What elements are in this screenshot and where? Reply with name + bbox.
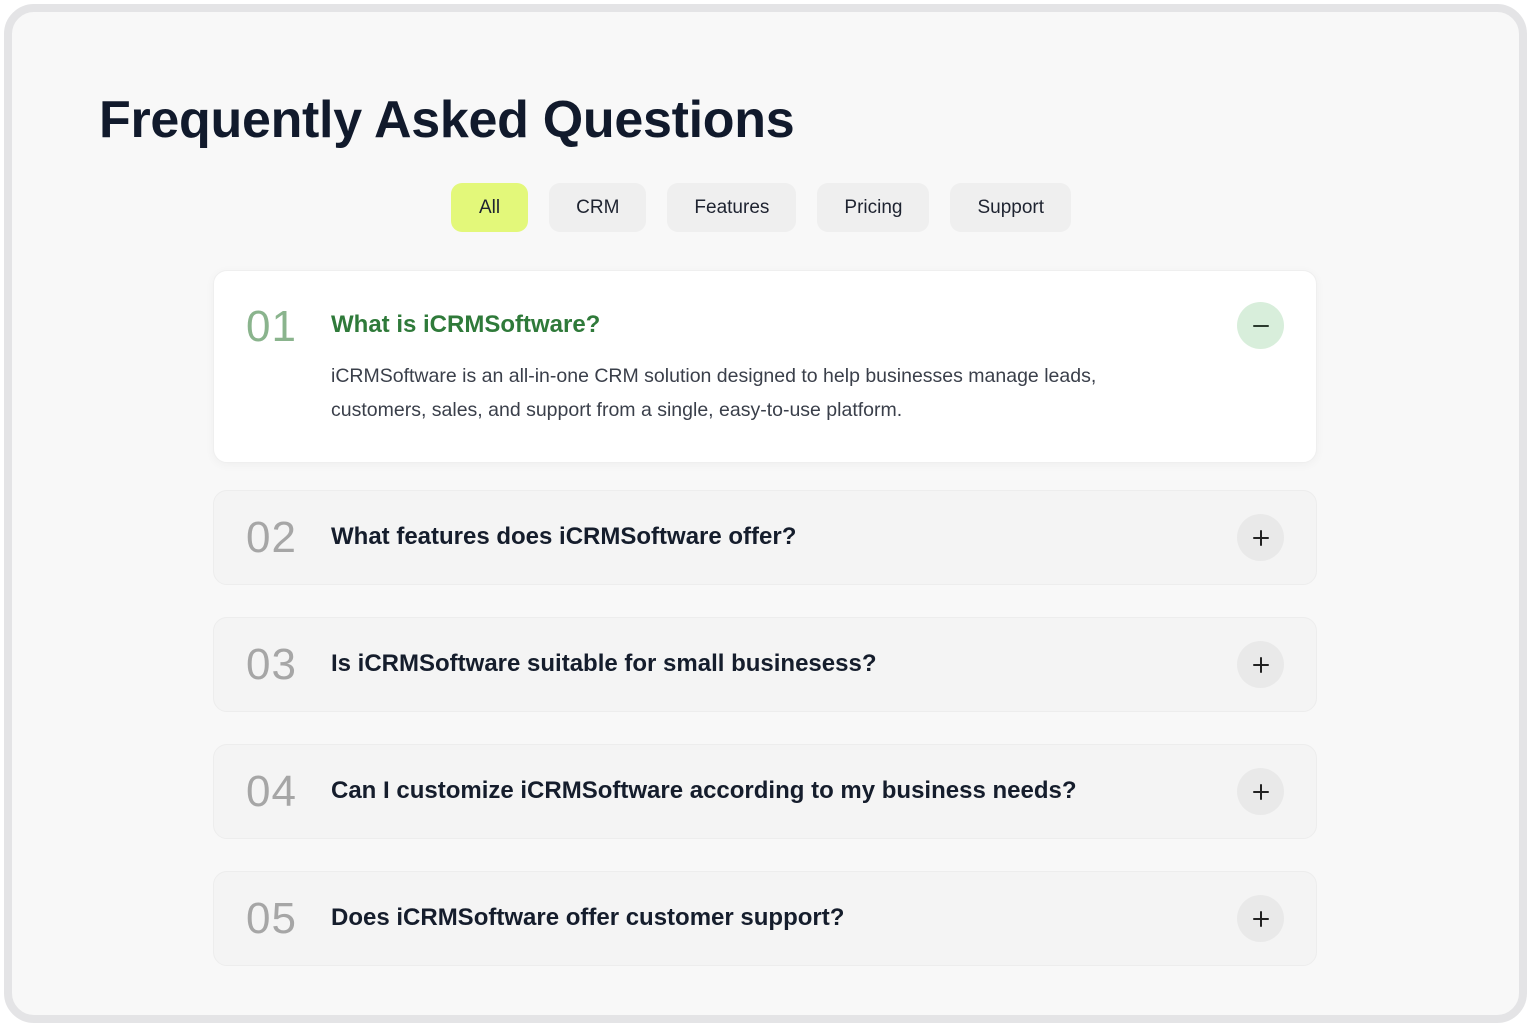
plus-icon: [1252, 783, 1269, 800]
page-title: Frequently Asked Questions: [99, 91, 795, 149]
expand-button[interactable]: [1237, 768, 1284, 815]
faq-answer: iCRMSoftware is an all-in-one CRM soluti…: [331, 365, 1097, 421]
tab-label: Pricing: [844, 196, 903, 218]
faq-number: 03: [246, 640, 297, 689]
plus-icon: [1252, 656, 1269, 673]
collapse-button[interactable]: [1237, 302, 1284, 349]
tab-crm[interactable]: CRM: [549, 183, 647, 232]
tab-label: Support: [977, 196, 1045, 218]
filter-tabs: All CRM Features Pricing Support: [451, 183, 1072, 232]
faq-item-1[interactable]: 01 What is iCRMSoftware? iCRMSoftware is…: [213, 270, 1317, 463]
faq-number: 05: [246, 894, 297, 943]
faq-number: 04: [246, 767, 297, 816]
faq-number: 02: [246, 513, 297, 562]
expand-button[interactable]: [1237, 514, 1284, 561]
faq-item-5[interactable]: 05 Does iCRMSoftware offer customer supp…: [213, 871, 1317, 966]
faq-number: 01: [246, 302, 297, 351]
faq-item-4[interactable]: 04 Can I customize iCRMSoftware accordin…: [213, 744, 1317, 839]
expand-button[interactable]: [1237, 641, 1284, 688]
plus-icon: [1252, 910, 1269, 927]
faq-question[interactable]: Can I customize iCRMSoftware according t…: [331, 777, 1077, 805]
tab-all[interactable]: All: [451, 183, 529, 232]
tab-label: All: [479, 196, 501, 218]
faq-question[interactable]: Is iCRMSoftware suitable for small busin…: [331, 650, 876, 678]
plus-icon: [1252, 529, 1269, 546]
app-window: Frequently Asked Questions All CRM Featu…: [4, 4, 1527, 1023]
faq-list: 01 What is iCRMSoftware? iCRMSoftware is…: [213, 270, 1317, 998]
tab-label: CRM: [576, 196, 620, 218]
tab-pricing[interactable]: Pricing: [817, 183, 930, 232]
faq-item-2[interactable]: 02 What features does iCRMSoftware offer…: [213, 490, 1317, 585]
tab-label: Features: [694, 196, 770, 218]
faq-question[interactable]: What features does iCRMSoftware offer?: [331, 523, 796, 551]
minus-icon: [1252, 324, 1269, 327]
expand-button[interactable]: [1237, 895, 1284, 942]
tab-features[interactable]: Features: [667, 183, 797, 232]
tab-support[interactable]: Support: [950, 183, 1072, 232]
faq-item-3[interactable]: 03 Is iCRMSoftware suitable for small bu…: [213, 617, 1317, 712]
faq-question[interactable]: What is iCRMSoftware?: [331, 311, 600, 339]
faq-question[interactable]: Does iCRMSoftware offer customer support…: [331, 904, 844, 932]
